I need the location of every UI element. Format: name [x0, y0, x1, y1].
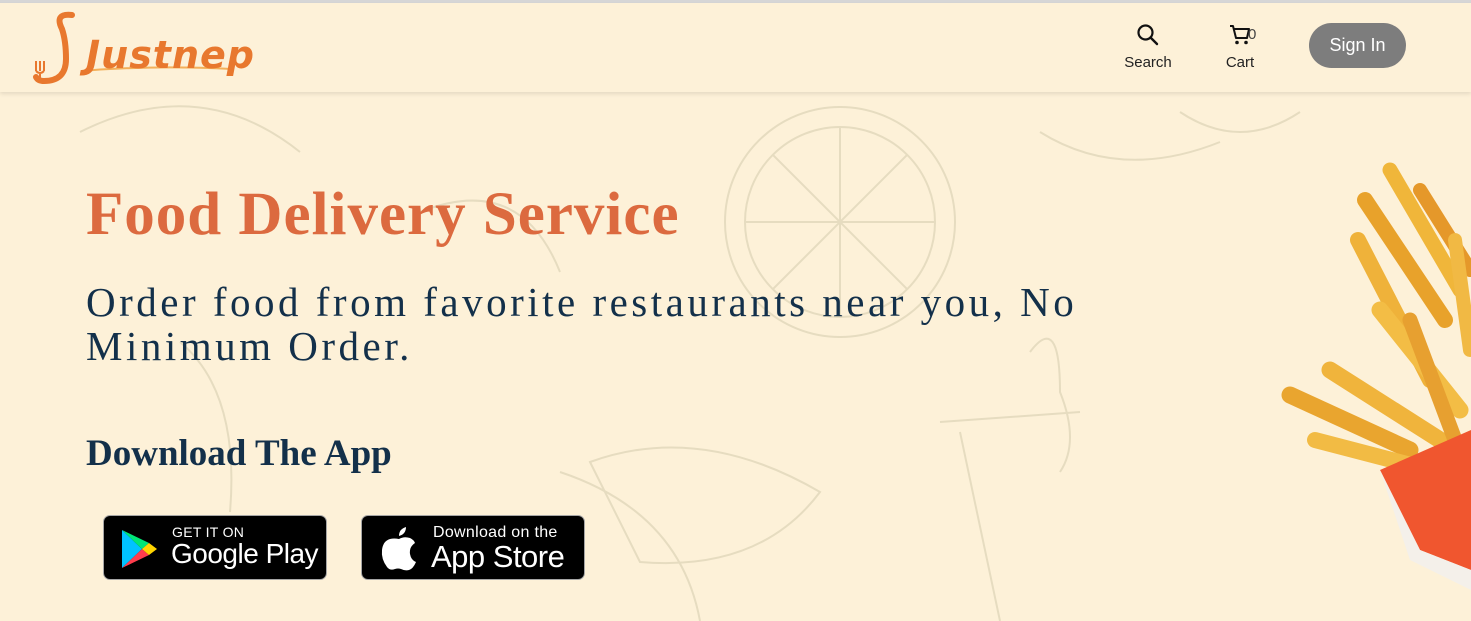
cart-label: Cart	[1225, 54, 1255, 71]
cart-nav-button[interactable]: 0 Cart	[1218, 23, 1262, 71]
brand-logo[interactable]: Justnep	[32, 9, 254, 89]
sign-in-button[interactable]: Sign In	[1309, 23, 1406, 68]
google-play-big-text: Google Play	[171, 538, 319, 569]
app-store-badge[interactable]: Download on the App Store	[361, 515, 585, 580]
brand-logo-text: Justnep	[86, 33, 256, 77]
apple-icon	[381, 527, 416, 571]
google-play-icon	[122, 530, 157, 568]
hero-title: Food Delivery Service	[86, 181, 680, 248]
search-label: Search	[1124, 54, 1172, 71]
cart-count-badge: 0	[1248, 26, 1257, 43]
app-store-big-text: App Store	[431, 539, 565, 574]
google-play-badge[interactable]: GET IT ON Google Play	[103, 515, 327, 580]
search-icon	[1137, 24, 1159, 46]
site-header: Justnep Search 0 Cart Sign In	[0, 3, 1471, 92]
french-fries-image	[1281, 162, 1471, 590]
search-nav-button[interactable]: Search	[1120, 23, 1176, 71]
download-app-heading: Download The App	[86, 433, 392, 474]
hero-subtitle: Order food from favorite restaurants nea…	[86, 279, 1078, 369]
